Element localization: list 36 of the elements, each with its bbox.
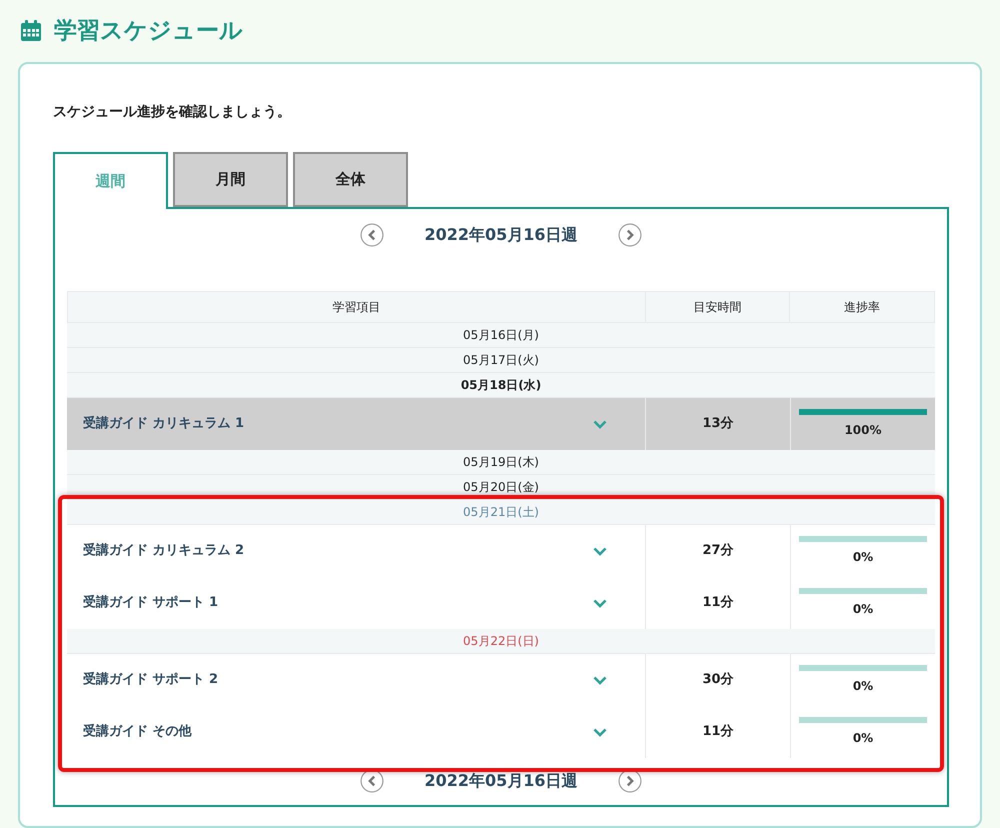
progress-percent: 0% <box>852 549 874 566</box>
previous-week-button[interactable] <box>360 769 384 793</box>
date-row: 05月17日(火) <box>67 348 935 373</box>
date-row: 05月19日(木) <box>67 450 935 475</box>
tab[interactable]: 月間 <box>173 152 288 207</box>
progress-percent: 0% <box>852 730 874 747</box>
lesson-title: 受講ガイド サポート 1 <box>83 594 218 612</box>
page-title: 学習スケジュール <box>54 16 243 46</box>
date-row: 05月21日(土) <box>67 500 935 525</box>
week-label: 2022年05月16日週 <box>424 770 578 792</box>
next-week-button[interactable] <box>618 223 642 247</box>
lesson-title: 受講ガイド その他 <box>83 722 192 742</box>
estimated-time: 11分 <box>645 706 790 758</box>
date-row: 05月16日(月) <box>67 323 935 348</box>
chevron-down-icon[interactable] <box>593 546 607 556</box>
progress-percent: 0% <box>852 678 874 695</box>
lesson-title: 受講ガイド サポート 2 <box>83 670 218 690</box>
chevron-down-icon[interactable] <box>593 598 607 608</box>
next-week-button[interactable] <box>618 769 642 793</box>
column-header: 学習項目 <box>331 299 382 316</box>
lesson-title: 受講ガイド カリキュラム 1 <box>83 414 244 434</box>
chevron-down-icon[interactable] <box>593 728 607 736</box>
tab[interactable]: 全体 <box>293 152 408 207</box>
intro-text: スケジュール進捗を確認しましょう。 <box>53 103 292 122</box>
chevron-down-icon[interactable] <box>593 420 607 428</box>
date-row: 05月22日(日) <box>67 629 935 654</box>
column-header: 目安時間 <box>644 292 790 322</box>
previous-week-button[interactable] <box>360 223 384 247</box>
column-header: 進捗率 <box>789 292 934 322</box>
calendar-icon <box>20 20 42 42</box>
date-row: 05月18日(水) <box>67 373 935 398</box>
lesson-title: 受講ガイド カリキュラム 2 <box>83 542 244 560</box>
chevron-down-icon[interactable] <box>593 676 607 684</box>
progress-percent: 0% <box>852 601 874 618</box>
progress-percent: 100% <box>844 422 882 439</box>
week-label: 2022年05月16日週 <box>424 224 578 246</box>
